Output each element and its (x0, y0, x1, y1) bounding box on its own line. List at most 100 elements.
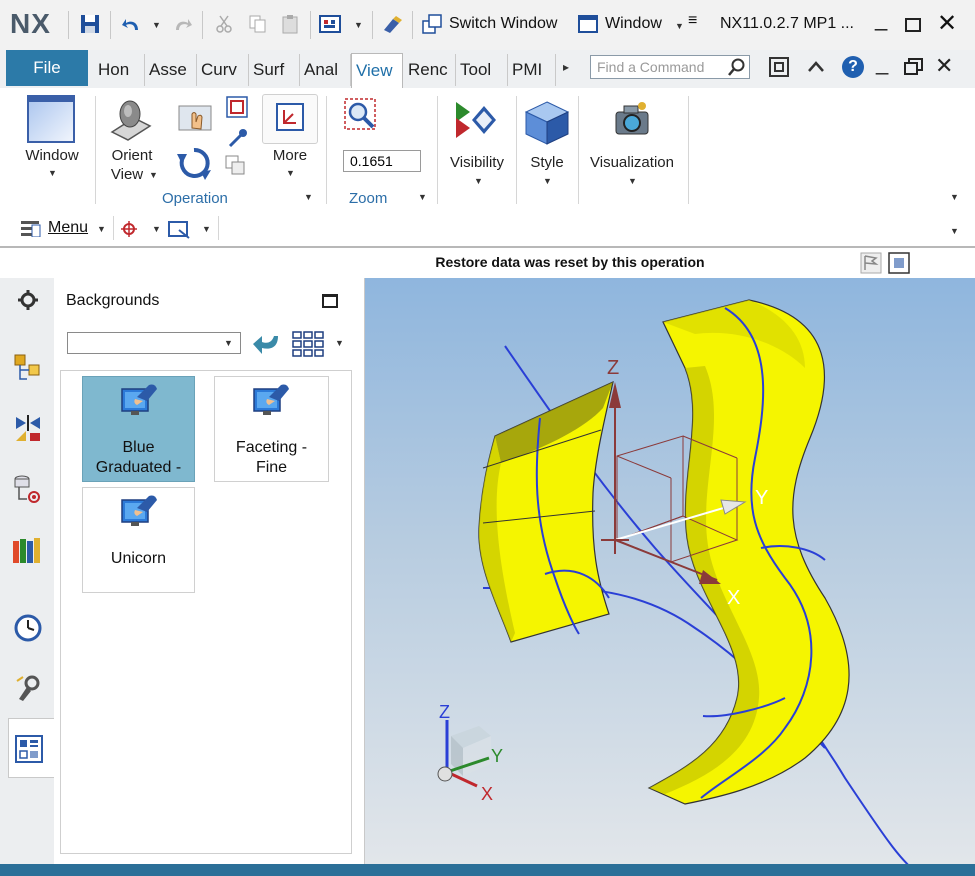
part-navigator-icon[interactable] (12, 472, 44, 504)
help-icon[interactable]: ? (842, 56, 864, 78)
tab-curve[interactable]: Curv (197, 54, 249, 86)
file-tab[interactable]: File (6, 50, 88, 86)
visualization-button[interactable]: Visualization (582, 154, 682, 171)
snap-dropdown-icon[interactable]: ▼ (152, 224, 161, 234)
back-arrow-icon[interactable] (252, 332, 280, 361)
reuse-library-icon[interactable] (12, 534, 44, 566)
pan-icon[interactable] (178, 102, 214, 139)
layout-dropdown-icon[interactable]: ▼ (335, 338, 344, 348)
minimize-button[interactable]: _ (875, 6, 887, 32)
background-tile-unicorn[interactable]: Unicorn (82, 487, 195, 593)
separator (218, 216, 219, 240)
style-cube-icon[interactable] (524, 100, 570, 151)
menu-dropdown-icon[interactable]: ▼ (97, 224, 106, 234)
assembly-navigator-icon[interactable] (12, 352, 44, 384)
undo-dropdown-icon[interactable]: ▼ (152, 20, 161, 30)
tab-home[interactable]: Hon (94, 54, 145, 86)
visualization-dropdown-icon[interactable]: ▼ (628, 176, 637, 186)
ribbon-options-icon[interactable]: ▼ (950, 192, 959, 202)
tab-pmi[interactable]: PMI (508, 54, 556, 86)
search-icon[interactable] (727, 57, 747, 82)
command-dropdown-icon[interactable]: ▼ (354, 20, 363, 30)
orient-view-dropdown-icon[interactable]: ▼ (149, 170, 158, 180)
panel-maximize-button[interactable] (322, 294, 338, 308)
separator (688, 96, 689, 204)
redo-icon[interactable] (170, 12, 194, 36)
orient-view-label-1[interactable]: Orient (100, 147, 164, 164)
maximize-button[interactable] (905, 18, 921, 32)
zoom-scale-input[interactable]: 0.1651 (343, 150, 421, 172)
more-button[interactable]: More (262, 147, 318, 164)
find-command-input[interactable]: Find a Command (590, 55, 750, 79)
window-dropdown-icon[interactable]: ▼ (48, 168, 57, 178)
tab-tools[interactable]: Tool (456, 54, 508, 86)
orient-view-icon[interactable] (106, 96, 154, 149)
tab-surface[interactable]: Surf (249, 54, 300, 86)
copy-icon[interactable] (246, 12, 270, 36)
snap-point-icon[interactable] (120, 220, 138, 243)
view-section-icon[interactable] (224, 154, 246, 181)
tab-overflow-icon[interactable]: ▸ (563, 60, 569, 74)
selection-dropdown-icon[interactable]: ▼ (202, 224, 211, 234)
tab-view[interactable]: View (351, 53, 403, 88)
quick-access-customize-icon[interactable]: ≡ (688, 12, 697, 30)
background-filter-select[interactable]: ▼ (67, 332, 241, 354)
style-dropdown-icon[interactable]: ▼ (543, 176, 552, 186)
paste-icon[interactable] (278, 12, 302, 36)
constraint-navigator-icon[interactable] (12, 412, 44, 444)
full-screen-icon[interactable] (888, 252, 910, 279)
window-dropdown-icon[interactable]: ▼ (675, 21, 684, 31)
doc-close-button[interactable]: ✕ (935, 53, 953, 79)
undo-icon[interactable] (120, 12, 144, 36)
more-dropdown-icon[interactable]: ▼ (286, 168, 295, 178)
menu-icon[interactable] (20, 219, 42, 242)
palettes-tab[interactable] (8, 718, 54, 778)
tab-analysis[interactable]: Anal (300, 54, 351, 86)
graphics-window[interactable]: Z Y X Z Y X (365, 278, 975, 864)
tile-label-line1: Blue (122, 439, 155, 456)
visibility-dropdown-icon[interactable]: ▼ (474, 176, 483, 186)
window-icon[interactable] (576, 12, 600, 36)
background-tile-faceting-fine[interactable]: Faceting - Fine (214, 376, 329, 482)
toolbar-options-icon[interactable]: ▼ (950, 226, 959, 236)
background-tile-blue-graduated[interactable]: Blue Graduated - (82, 376, 195, 482)
nx-logo: NX (10, 8, 51, 39)
close-button[interactable]: ✕ (937, 9, 957, 38)
tab-assemblies[interactable]: Asse (145, 54, 197, 86)
window-button[interactable]: Window (14, 147, 90, 164)
menu-button[interactable]: Menu (48, 219, 88, 237)
fit-window-icon[interactable] (768, 56, 790, 83)
window-menu-button[interactable]: Window (605, 15, 662, 33)
model-view[interactable]: Z Y X Z Y X (365, 278, 975, 864)
switch-window-button[interactable]: Switch Window (449, 15, 557, 33)
tab-render[interactable]: Renc (404, 54, 456, 86)
operation-dropdown-icon[interactable]: ▼ (304, 192, 313, 202)
switch-window-icon[interactable] (420, 12, 444, 36)
doc-restore-button[interactable] (904, 58, 924, 81)
status-flag-icon[interactable] (860, 252, 882, 279)
settings-gear-icon[interactable] (12, 284, 44, 316)
snap-view-icon[interactable] (228, 128, 248, 153)
style-button[interactable]: Style (524, 154, 570, 171)
orient-view-label-2[interactable]: View (100, 166, 154, 183)
command-finder-icon[interactable] (318, 12, 342, 36)
doc-minimize-button[interactable]: _ (876, 50, 888, 76)
rotate-icon[interactable] (177, 146, 211, 185)
zoom-dropdown-icon[interactable]: ▼ (418, 192, 427, 202)
touch-mode-icon[interactable] (380, 12, 404, 36)
selection-filter-icon[interactable] (168, 219, 190, 244)
filter-dropdown-icon[interactable]: ▼ (224, 338, 233, 348)
history-clock-icon[interactable] (12, 612, 44, 644)
more-gallery[interactable] (262, 94, 318, 144)
visualization-camera-icon[interactable] (612, 100, 652, 145)
zoom-icon[interactable] (344, 98, 376, 135)
window-gallery-icon[interactable] (26, 94, 76, 149)
process-studio-icon[interactable] (12, 672, 44, 704)
cut-icon[interactable] (212, 12, 236, 36)
save-icon[interactable] (78, 12, 102, 36)
collapse-ribbon-icon[interactable] (806, 58, 826, 81)
visibility-icon[interactable] (452, 100, 498, 145)
visibility-button[interactable]: Visibility (444, 154, 510, 171)
zoom-region-icon[interactable] (226, 96, 248, 123)
view-layout-icon[interactable] (292, 330, 324, 363)
